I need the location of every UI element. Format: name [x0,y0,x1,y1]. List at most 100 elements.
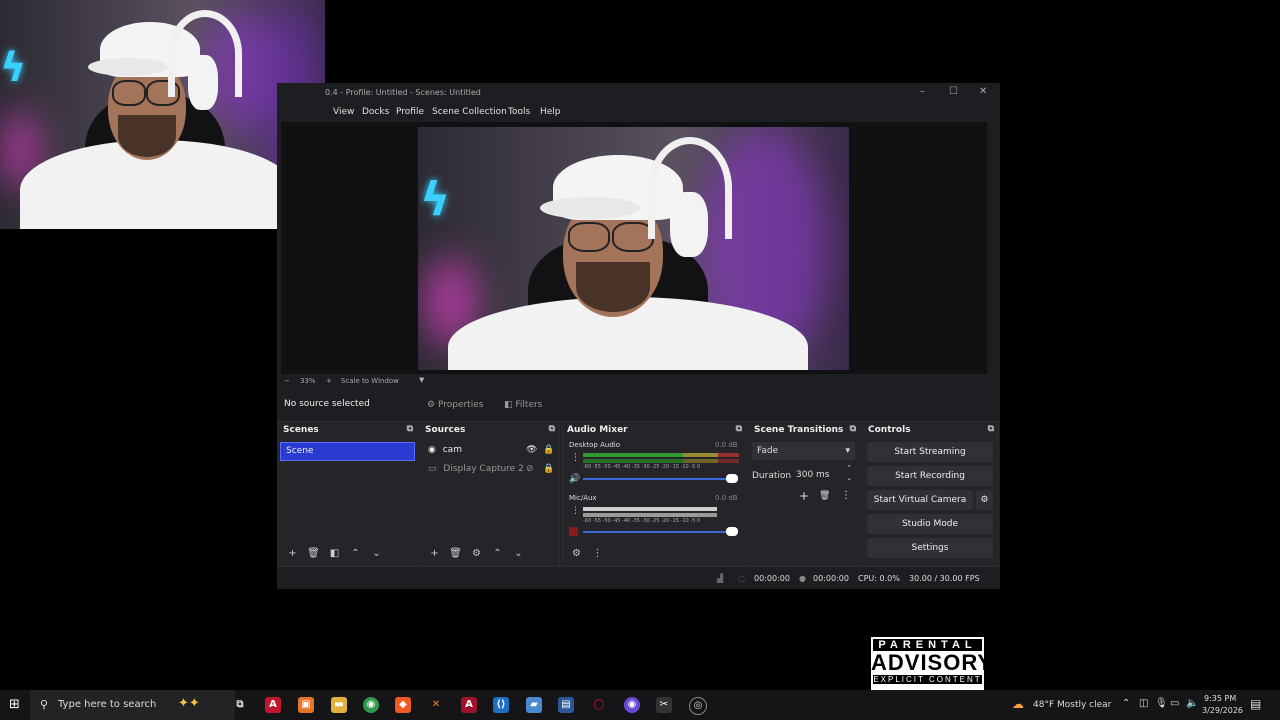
trash-icon[interactable]: 🗑 [819,491,830,501]
acrobat-icon[interactable]: A [461,697,477,713]
filters-button[interactable]: ◧ Filters [504,397,542,413]
lock-icon[interactable]: 🔒 [543,442,554,459]
gear-icon: ⚙ [427,400,436,410]
scene-transitions-dock: Scene Transitions ⧉ Fade ▾ Duration 300 m… [748,421,861,567]
minimize-icon[interactable]: – [920,86,925,97]
more-icon[interactable]: ⋮ [587,548,608,559]
volume-slider[interactable] [583,478,732,480]
controls-title: Controls [868,425,911,435]
maximize-icon[interactable]: ☐ [949,86,958,97]
add-icon[interactable]: + [799,489,809,503]
filter-icon: ◧ [504,400,513,410]
volume-slider[interactable] [583,531,732,533]
app-icon[interactable]: ✕ [428,697,444,713]
popout-icon[interactable]: ⧉ [407,424,413,434]
monitor-icon: ▭ [428,464,437,474]
gear-icon[interactable]: ⚙ [566,548,587,559]
volume-icon[interactable]: 🔈 [1186,698,1198,709]
scene-item[interactable]: Scene [280,442,415,461]
capcut-icon[interactable]: ✂ [656,697,672,713]
volume-handle[interactable] [726,527,738,536]
source-item[interactable]: ▭ Display Capture 2 ⊘ 🔒 [422,461,555,478]
tray-icon[interactable]: ◫ [1139,698,1148,709]
notifications-icon[interactable]: ▤ [1250,697,1261,711]
settings-button[interactable]: Settings [867,538,993,558]
clock-time[interactable]: 9:35 PM [1204,694,1236,703]
network-icon[interactable]: ▭ [1170,698,1179,709]
volume-handle[interactable] [726,474,738,483]
advisory-line2: ADVISORY [871,650,994,675]
speaker-icon[interactable]: 🔊 [569,474,580,484]
chevron-up-icon[interactable]: ⌃ [487,548,508,559]
muted-speaker-icon[interactable] [569,527,578,536]
eye-icon[interactable]: 👁 [526,442,537,459]
obs-icon[interactable]: ◎ [689,697,707,715]
popout-icon[interactable]: ⧉ [736,424,742,434]
sparkle-icon[interactable]: ✦✦ [178,696,200,711]
properties-button[interactable]: ⚙ Properties [427,397,483,413]
microphone-icon[interactable]: 🎙 [1155,698,1168,709]
more-icon[interactable]: ⋮ [571,453,580,463]
gear-icon[interactable]: ⚙ [976,490,993,510]
scale-mode[interactable]: Scale to Window [341,377,399,385]
menu-help[interactable]: Help [540,107,561,117]
menu-profile[interactable]: Profile [396,107,424,117]
filter-icon[interactable]: ◧ [324,548,345,559]
menu-docks[interactable]: Docks [362,107,389,117]
studio-mode-button[interactable]: Studio Mode [867,514,993,534]
menu-tools[interactable]: Tools [508,107,530,117]
chevron-up-icon[interactable]: ⌃ [345,548,366,559]
audio-mixer-dock: Audio Mixer ⧉ Desktop Audio 0.0 dB ⋮ -60 … [561,421,747,567]
trash-icon[interactable]: 🗑 [303,548,324,559]
windows-start-icon[interactable]: ⊞ [9,697,20,712]
popout-icon[interactable]: ⧉ [549,424,555,434]
vscode-icon[interactable]: ⟨⟩ [493,697,509,713]
file-icon[interactable]: ▤ [558,697,574,713]
meter-green [583,459,683,463]
chevron-down-icon[interactable]: ⌄ [508,548,529,559]
preview-video[interactable]: ϟ [418,127,849,370]
clock-date[interactable]: 3/29/2026 [1202,706,1243,715]
source-item[interactable]: ◉ cam 👁 🔒 [422,442,555,459]
zoom-out-button[interactable]: − [284,377,290,385]
start-virtual-camera-button[interactable]: Start Virtual Camera [867,490,973,510]
search-placeholder: Type here to search [58,699,157,710]
task-view-icon[interactable]: ⧉ [232,697,248,713]
stepper-icon[interactable]: ⌃ ⌄ [846,463,852,483]
taskbar-search[interactable]: ⚲ Type here to search ✦✦ [30,690,235,720]
brave-icon[interactable]: ◆ [395,697,411,713]
chrome-icon[interactable]: ◉ [363,697,379,713]
chevron-down-icon[interactable]: ⌄ [366,548,387,559]
start-streaming-button[interactable]: Start Streaming [867,442,993,462]
gear-icon[interactable]: ⚙ [466,548,487,559]
weather-text[interactable]: 48°F Mostly clear [1033,700,1111,710]
close-icon[interactable]: ✕ [979,86,987,97]
popout-icon[interactable]: ⧉ [850,424,856,434]
scenes-dock: Scenes ⧉ Scene + 🗑 ◧ ⌃ ⌄ [277,421,418,567]
eye-off-icon[interactable]: ⊘ [526,461,534,478]
more-icon[interactable]: ⋮ [841,490,851,501]
zoom-in-button[interactable]: + [326,377,332,385]
menu-scene-collection[interactable]: Scene Collection [432,107,507,117]
lock-icon[interactable]: 🔒 [543,461,554,478]
duration-input[interactable]: 300 ms ⌃ ⌄ [793,463,855,484]
menu-view[interactable]: View [333,107,354,117]
sources-dock: Sources ⧉ ◉ cam 👁 🔒 ▭ Display Capture 2 ⊘… [419,421,560,567]
app-icon[interactable]: ▰ [526,697,542,713]
popout-icon[interactable]: ⧉ [988,424,994,434]
folder-icon[interactable]: ▬ [331,697,347,713]
chrome-profile-icon[interactable]: ◉ [624,697,640,713]
chevron-up-icon[interactable]: ⌃ [1122,698,1130,709]
adobe-icon[interactable]: A [265,697,281,713]
more-icon[interactable]: ⋮ [571,506,580,516]
start-recording-button[interactable]: Start Recording [867,466,993,486]
trash-icon[interactable]: 🗑 [445,548,466,559]
app-icon[interactable]: ▣ [298,697,314,713]
add-icon[interactable]: + [424,548,445,559]
chevron-down-icon[interactable]: ▼ [419,376,424,384]
transition-select[interactable]: Fade ▾ [752,442,855,460]
add-icon[interactable]: + [282,548,303,559]
opera-icon[interactable]: ◯ [591,697,607,713]
camera-icon: ◉ [428,445,436,455]
advisory-line3: EXPLICIT CONTENT [873,675,982,684]
